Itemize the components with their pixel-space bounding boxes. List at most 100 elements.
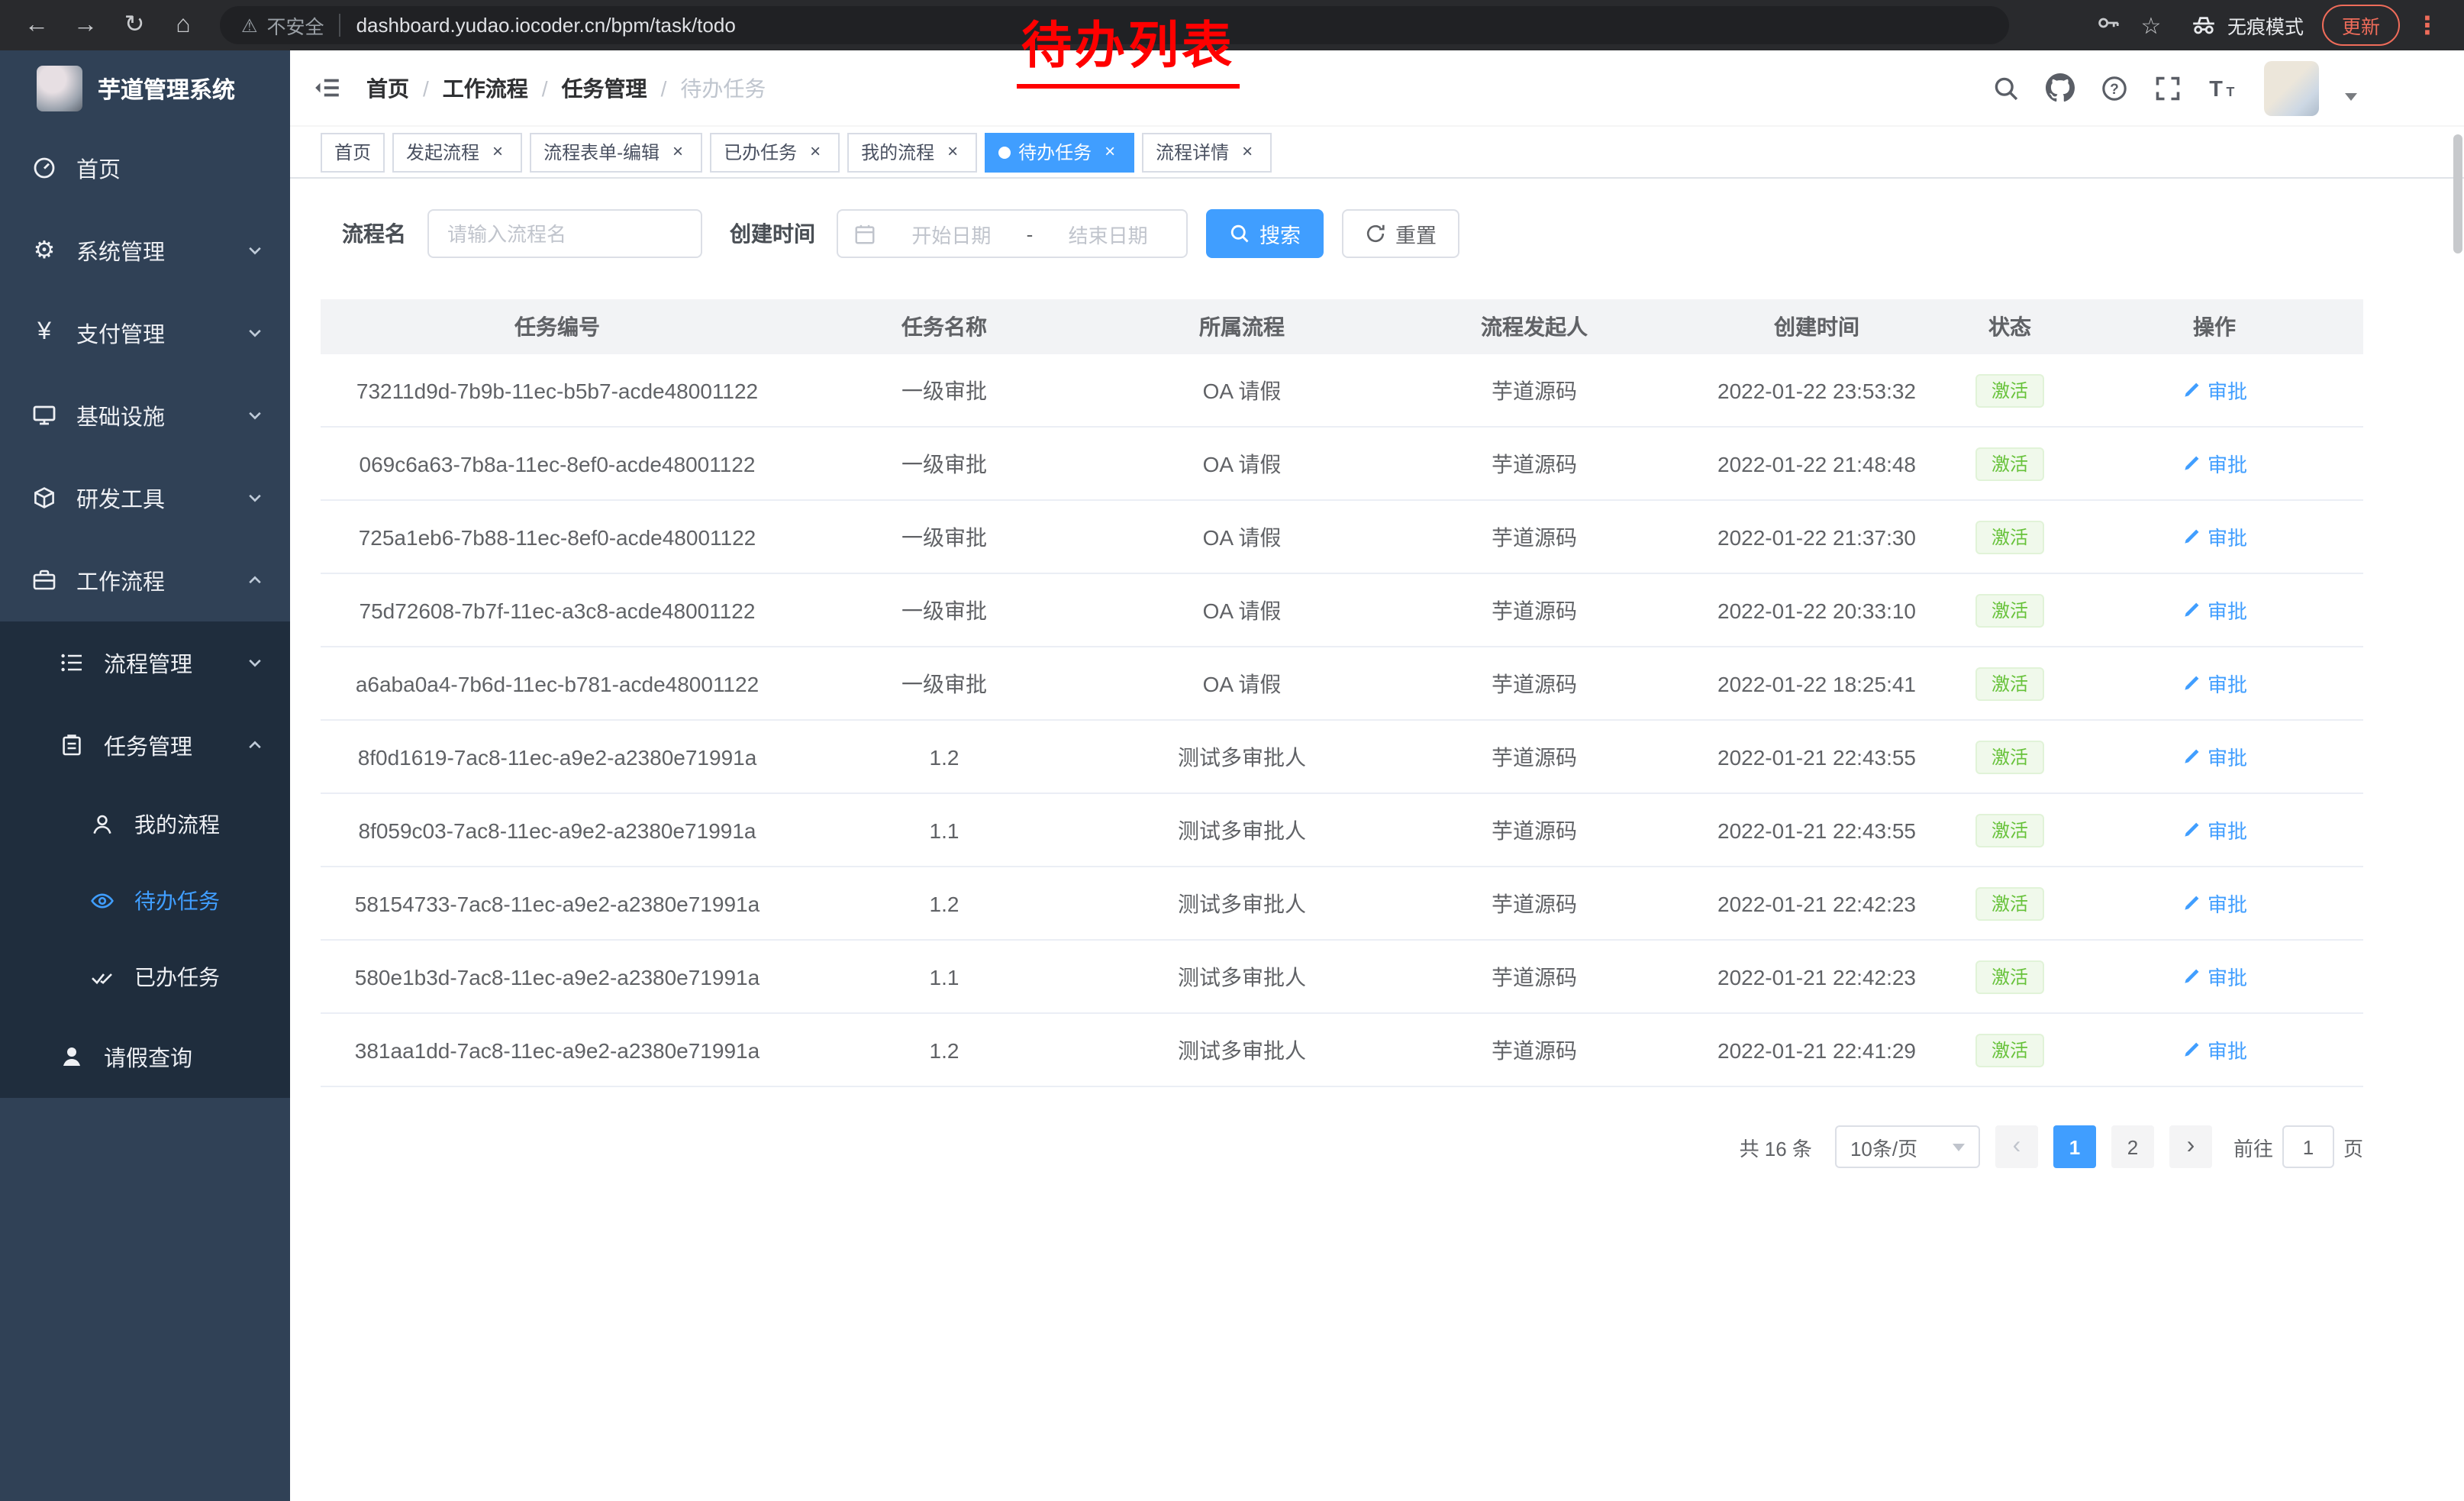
cell-task-id: 73211d9d-7b9b-11ec-b5b7-acde48001122 bbox=[321, 354, 794, 426]
tab-item[interactable]: 我的流程× bbox=[847, 132, 977, 172]
close-icon[interactable]: × bbox=[805, 141, 826, 163]
cell-create-time: 2022-01-22 20:33:10 bbox=[1679, 574, 1954, 646]
prev-page-button[interactable]: ‹ bbox=[1995, 1125, 2038, 1168]
filter-bar: 流程名 创建时间 开始日期 - 结束日期 搜索 重 bbox=[342, 209, 2464, 258]
approve-label: 审批 bbox=[2208, 962, 2247, 991]
table-row[interactable]: 381aa1dd-7ac8-11ec-a9e2-a2380e71991a 1.2… bbox=[321, 1014, 2363, 1087]
status-badge: 激活 bbox=[1976, 1033, 2043, 1067]
bookmark-star-icon[interactable]: ☆ bbox=[2130, 11, 2172, 39]
table-row[interactable]: a6aba0a4-7b6d-11ec-b781-acde48001122 一级审… bbox=[321, 647, 2363, 721]
chevron-down-icon bbox=[246, 324, 264, 342]
close-icon[interactable]: × bbox=[1237, 141, 1258, 163]
tags-view: 首页发起流程×流程表单-编辑×已办任务×我的流程×待办任务×流程详情× bbox=[290, 127, 2464, 179]
approve-button[interactable]: 审批 bbox=[2182, 522, 2247, 551]
next-page-button[interactable]: › bbox=[2169, 1125, 2212, 1168]
close-icon[interactable]: × bbox=[487, 141, 508, 163]
approve-button[interactable]: 审批 bbox=[2182, 376, 2247, 405]
breadcrumb-separator: / bbox=[542, 76, 548, 100]
forward-icon[interactable]: → bbox=[66, 0, 105, 50]
reload-icon[interactable]: ↻ bbox=[114, 0, 154, 50]
table-row[interactable]: 8f0d1619-7ac8-11ec-a9e2-a2380e71991a 1.2… bbox=[321, 721, 2363, 794]
table-row[interactable]: 725a1eb6-7b88-11ec-8ef0-acde48001122 一级审… bbox=[321, 501, 2363, 574]
tab-item[interactable]: 待办任务× bbox=[985, 132, 1134, 172]
breadcrumb-task-management[interactable]: 任务管理 bbox=[562, 73, 647, 103]
tab-item[interactable]: 首页 bbox=[321, 132, 385, 172]
cell-process: 测试多审批人 bbox=[1095, 1014, 1389, 1086]
sidebar-item-label: 工作流程 bbox=[76, 564, 165, 596]
help-icon[interactable]: ? bbox=[2101, 74, 2128, 102]
cell-create-time: 2022-01-22 18:25:41 bbox=[1679, 647, 1954, 719]
page-size-select[interactable]: 10条/页 bbox=[1835, 1125, 1980, 1168]
password-key-icon[interactable] bbox=[2087, 10, 2130, 40]
close-icon[interactable]: × bbox=[667, 141, 689, 163]
cell-create-time: 2022-01-21 22:42:23 bbox=[1679, 941, 1954, 1012]
user-avatar[interactable] bbox=[2264, 60, 2319, 115]
cell-initiator: 芋道源码 bbox=[1389, 867, 1679, 939]
search-icon[interactable] bbox=[1992, 74, 2020, 102]
sidebar-item-label: 任务管理 bbox=[104, 729, 192, 761]
edit-icon bbox=[2182, 600, 2201, 620]
sidebar-item-my-process[interactable]: 我的流程 bbox=[0, 786, 290, 863]
back-icon[interactable]: ← bbox=[17, 0, 56, 50]
page-button-2[interactable]: 2 bbox=[2111, 1125, 2154, 1168]
goto-page-input[interactable] bbox=[2282, 1125, 2334, 1168]
sidebar-item-leave-query[interactable]: 请假查询 bbox=[0, 1015, 290, 1098]
browser-update-button[interactable]: 更新 bbox=[2322, 5, 2400, 46]
breadcrumb-workflow[interactable]: 工作流程 bbox=[443, 73, 528, 103]
approve-button[interactable]: 审批 bbox=[2182, 669, 2247, 698]
table-row[interactable]: 069c6a63-7b8a-11ec-8ef0-acde48001122 一级审… bbox=[321, 428, 2363, 501]
page-button-1[interactable]: 1 bbox=[2053, 1125, 2096, 1168]
sidebar-item-workflow[interactable]: 工作流程 bbox=[0, 539, 290, 621]
logo-avatar bbox=[37, 66, 82, 111]
top-navbar: 首页 / 工作流程 / 任务管理 / 待办任务 ? bbox=[290, 50, 2464, 127]
approve-button[interactable]: 审批 bbox=[2182, 815, 2247, 844]
sidebar-item-label: 支付管理 bbox=[76, 317, 165, 349]
table-row[interactable]: 73211d9d-7b9b-11ec-b5b7-acde48001122 一级审… bbox=[321, 354, 2363, 428]
avatar-caret-icon[interactable] bbox=[2345, 93, 2357, 101]
table-row[interactable]: 580e1b3d-7ac8-11ec-a9e2-a2380e71991a 1.1… bbox=[321, 941, 2363, 1014]
tab-item[interactable]: 发起流程× bbox=[392, 132, 522, 172]
page-scrollbar-thumb[interactable] bbox=[2453, 134, 2462, 253]
not-secure-label: 不安全 bbox=[267, 11, 324, 40]
sidebar-item-todo-task[interactable]: 待办任务 bbox=[0, 863, 290, 939]
sidebar-item-process-management[interactable]: 流程管理 bbox=[0, 621, 290, 704]
approve-button[interactable]: 审批 bbox=[2182, 962, 2247, 991]
approve-button[interactable]: 审批 bbox=[2182, 742, 2247, 771]
table-row[interactable]: 58154733-7ac8-11ec-a9e2-a2380e71991a 1.2… bbox=[321, 867, 2363, 941]
approve-button[interactable]: 审批 bbox=[2182, 889, 2247, 918]
approve-button[interactable]: 审批 bbox=[2182, 449, 2247, 478]
approve-label: 审批 bbox=[2208, 596, 2247, 625]
tab-item[interactable]: 流程表单-编辑× bbox=[530, 132, 702, 172]
sidebar-item-payment[interactable]: ¥ 支付管理 bbox=[0, 292, 290, 374]
github-icon[interactable] bbox=[2046, 73, 2075, 102]
approve-button[interactable]: 审批 bbox=[2182, 1035, 2247, 1064]
col-actions: 操作 bbox=[2066, 299, 2363, 354]
chevron-down-icon bbox=[1953, 1143, 1965, 1151]
close-icon[interactable]: × bbox=[1099, 141, 1121, 163]
cell-task-name: 一级审批 bbox=[794, 501, 1095, 573]
breadcrumb-home[interactable]: 首页 bbox=[366, 73, 409, 103]
browser-menu-icon[interactable]: ⋮ bbox=[2415, 10, 2440, 40]
process-name-input[interactable] bbox=[427, 209, 702, 258]
sidebar-item-infrastructure[interactable]: 基础设施 bbox=[0, 374, 290, 457]
table-row[interactable]: 8f059c03-7ac8-11ec-a9e2-a2380e71991a 1.1… bbox=[321, 794, 2363, 867]
sidebar-item-devtools[interactable]: 研发工具 bbox=[0, 457, 290, 539]
sidebar-item-home[interactable]: 首页 bbox=[0, 127, 290, 209]
approve-button[interactable]: 审批 bbox=[2182, 596, 2247, 625]
sidebar-item-done-task[interactable]: 已办任务 bbox=[0, 939, 290, 1015]
close-icon[interactable]: × bbox=[942, 141, 963, 163]
home-icon[interactable]: ⌂ bbox=[163, 0, 203, 50]
reset-button[interactable]: 重置 bbox=[1342, 209, 1459, 258]
table-row[interactable]: 75d72608-7b7f-11ec-a3c8-acde48001122 一级审… bbox=[321, 574, 2363, 647]
tab-item[interactable]: 已办任务× bbox=[710, 132, 840, 172]
fullscreen-icon[interactable] bbox=[2154, 74, 2182, 102]
date-range-picker[interactable]: 开始日期 - 结束日期 bbox=[837, 209, 1188, 258]
tab-item[interactable]: 流程详情× bbox=[1142, 132, 1272, 172]
sidebar-toggle-icon[interactable] bbox=[313, 73, 342, 102]
font-size-icon[interactable]: TT bbox=[2208, 74, 2238, 102]
sidebar-item-system[interactable]: ⚙ 系统管理 bbox=[0, 209, 290, 292]
start-date-placeholder: 开始日期 bbox=[889, 219, 1014, 248]
app-logo[interactable]: 芋道管理系统 bbox=[0, 50, 290, 127]
sidebar-item-task-management[interactable]: 任务管理 bbox=[0, 704, 290, 786]
search-button[interactable]: 搜索 bbox=[1206, 209, 1324, 258]
